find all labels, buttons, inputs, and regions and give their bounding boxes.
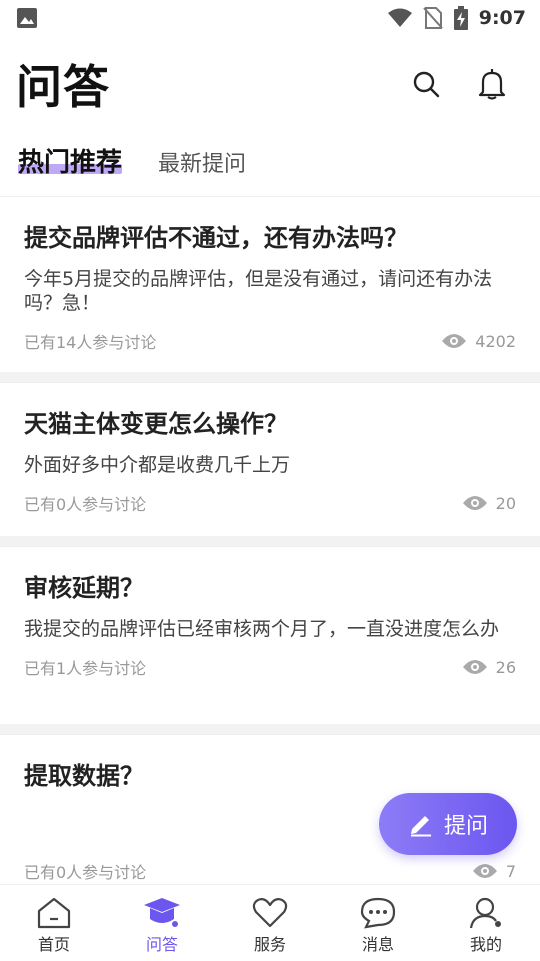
- search-button[interactable]: [408, 66, 444, 102]
- tab-label: 热门推荐: [18, 148, 123, 178]
- nav-label: 首页: [37, 935, 70, 954]
- nav-label: 消息: [361, 935, 394, 954]
- pencil-icon: [410, 816, 431, 837]
- question-card[interactable]: 提交品牌评估不通过，还有办法吗？ 今年5月提交的品牌评估，但是没有通过，请问还有…: [0, 196, 540, 372]
- tab-bar: 热门推荐 最新提问: [0, 134, 540, 196]
- tab-label: 最新提问: [158, 152, 247, 177]
- participant-count: 已有1人参与讨论: [24, 659, 147, 678]
- eye-icon: [442, 334, 467, 348]
- battery-charging-icon: [453, 6, 468, 30]
- nav-label: 服务: [253, 935, 286, 954]
- question-card[interactable]: 天猫主体变更怎么操作？ 外面好多中介都是收费几千上万 已有0人参与讨论 20: [0, 382, 540, 536]
- view-count: 20: [495, 493, 516, 513]
- question-description: 外面好多中介都是收费几千上万: [24, 454, 291, 476]
- ask-question-button[interactable]: 提问: [379, 793, 517, 855]
- nav-item-qa[interactable]: 问答: [108, 885, 216, 961]
- bottom-navigation: 首页 问答 服务 消息 我的: [0, 884, 540, 961]
- nav-item-home[interactable]: 首页: [0, 885, 108, 961]
- card-separator: [0, 724, 540, 734]
- nav-label: 我的: [469, 935, 502, 954]
- ask-button-label: 提问: [443, 814, 488, 839]
- page-header: 问答: [0, 44, 540, 124]
- notification-button[interactable]: [474, 66, 510, 102]
- question-card[interactable]: 审核延期？ 我提交的品牌评估已经审核两个月了，一直没进度怎么办 已有1人参与讨论…: [0, 546, 540, 724]
- eye-icon: [462, 660, 487, 674]
- home-icon: [37, 897, 71, 929]
- status-bar: 9:07: [0, 0, 540, 36]
- chat-icon: [360, 897, 396, 929]
- card-separator: [0, 536, 540, 546]
- question-title: 提交品牌评估不通过，还有办法吗？: [24, 224, 408, 252]
- view-count: 7: [505, 861, 516, 881]
- nav-item-messages[interactable]: 消息: [324, 885, 432, 961]
- user-icon: [469, 897, 501, 929]
- question-list: 提交品牌评估不通过，还有办法吗？ 今年5月提交的品牌评估，但是没有通过，请问还有…: [0, 196, 540, 884]
- page-title: 问答: [16, 60, 110, 114]
- eye-icon: [472, 864, 497, 878]
- bell-icon: [478, 69, 506, 100]
- nav-item-service[interactable]: 服务: [216, 885, 324, 961]
- question-description: 我提交的品牌评估已经审核两个月了，一直没进度怎么办: [24, 618, 500, 640]
- question-title: 提取数据？: [24, 762, 144, 790]
- no-sim-icon: [422, 7, 443, 29]
- question-title: 审核延期？: [24, 574, 144, 602]
- eye-icon: [462, 496, 487, 510]
- participant-count: 已有0人参与讨论: [24, 863, 147, 882]
- view-count: 4202: [475, 331, 516, 351]
- wifi-icon: [387, 8, 412, 27]
- participant-count: 已有14人参与讨论: [24, 333, 157, 352]
- image-notification-icon: [17, 8, 37, 28]
- view-count: 26: [495, 657, 516, 677]
- tab-hot-recommend[interactable]: 热门推荐: [18, 134, 123, 179]
- tab-latest-questions[interactable]: 最新提问: [158, 134, 246, 178]
- card-separator: [0, 372, 540, 382]
- question-title: 天猫主体变更怎么操作？: [24, 410, 288, 438]
- search-icon: [413, 71, 440, 98]
- question-description: 今年5月提交的品牌评估，但是没有通过，请问还有办法吗？急！: [24, 268, 493, 314]
- status-time: 9:07: [478, 7, 526, 29]
- nav-item-profile[interactable]: 我的: [432, 885, 540, 961]
- participant-count: 已有0人参与讨论: [24, 495, 147, 514]
- heart-icon: [252, 898, 288, 928]
- graduation-cap-icon: [144, 898, 180, 927]
- nav-label: 问答: [145, 935, 178, 954]
